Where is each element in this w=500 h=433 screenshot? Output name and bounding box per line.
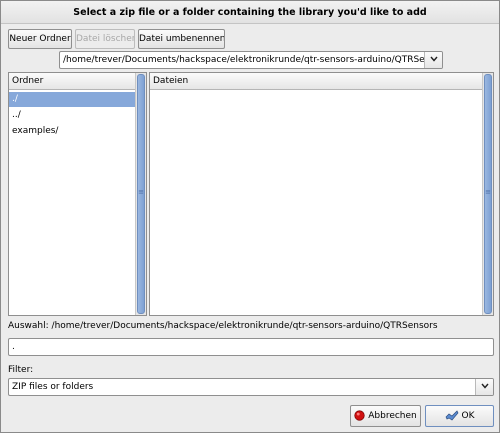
files-column-header[interactable]: Dateien bbox=[150, 73, 482, 90]
file-dialog: Select a zip file or a folder containing… bbox=[0, 0, 500, 433]
files-scrollbar[interactable]: ≡ bbox=[482, 73, 493, 315]
folders-scrollbar[interactable]: ≡ bbox=[135, 73, 146, 315]
ok-hand-icon bbox=[445, 409, 458, 420]
selection-label: Auswahl: bbox=[8, 321, 49, 331]
folder-item[interactable]: ../ bbox=[9, 108, 135, 123]
selection-row: Auswahl: /home/trever/Documents/hackspac… bbox=[8, 321, 438, 331]
folder-item[interactable]: ./ bbox=[9, 92, 135, 107]
selection-path: /home/trever/Documents/hackspace/elektro… bbox=[51, 321, 438, 331]
folders-panel: Ordner ./ ../ examples/ ≡ bbox=[8, 72, 147, 316]
filter-combo[interactable]: ZIP files or folders bbox=[8, 378, 494, 396]
dialog-title: Select a zip file or a folder containing… bbox=[1, 1, 499, 24]
files-panel: Dateien ≡ bbox=[149, 72, 494, 316]
cancel-label: Abbrechen bbox=[368, 411, 417, 421]
cancel-button[interactable]: Abbrechen bbox=[350, 405, 421, 427]
ok-label: OK bbox=[461, 411, 475, 421]
folder-item[interactable]: examples/ bbox=[9, 124, 135, 139]
filter-label: Filter: bbox=[8, 365, 34, 375]
folders-column-header[interactable]: Ordner bbox=[9, 73, 135, 90]
files-scrollbar-thumb[interactable]: ≡ bbox=[484, 74, 492, 314]
chevron-down-icon[interactable] bbox=[475, 379, 493, 395]
path-combo[interactable]: /home/trever/Documents/hackspace/elektro… bbox=[59, 51, 443, 69]
path-combo-value: /home/trever/Documents/hackspace/elektro… bbox=[63, 55, 443, 65]
grip-icon: ≡ bbox=[138, 188, 144, 196]
delete-file-button[interactable]: Datei löschen bbox=[75, 29, 135, 49]
selection-entry[interactable]: . bbox=[8, 338, 494, 356]
grip-icon: ≡ bbox=[485, 188, 491, 196]
filter-combo-value: ZIP files or folders bbox=[12, 382, 94, 392]
new-folder-button[interactable]: Neuer Ordner bbox=[8, 29, 72, 49]
folders-scrollbar-thumb[interactable]: ≡ bbox=[137, 74, 145, 314]
ok-button[interactable]: OK bbox=[425, 405, 494, 427]
chevron-down-icon[interactable] bbox=[424, 52, 442, 68]
stop-icon bbox=[354, 410, 365, 421]
rename-file-button[interactable]: Datei umbenennen bbox=[138, 29, 225, 49]
